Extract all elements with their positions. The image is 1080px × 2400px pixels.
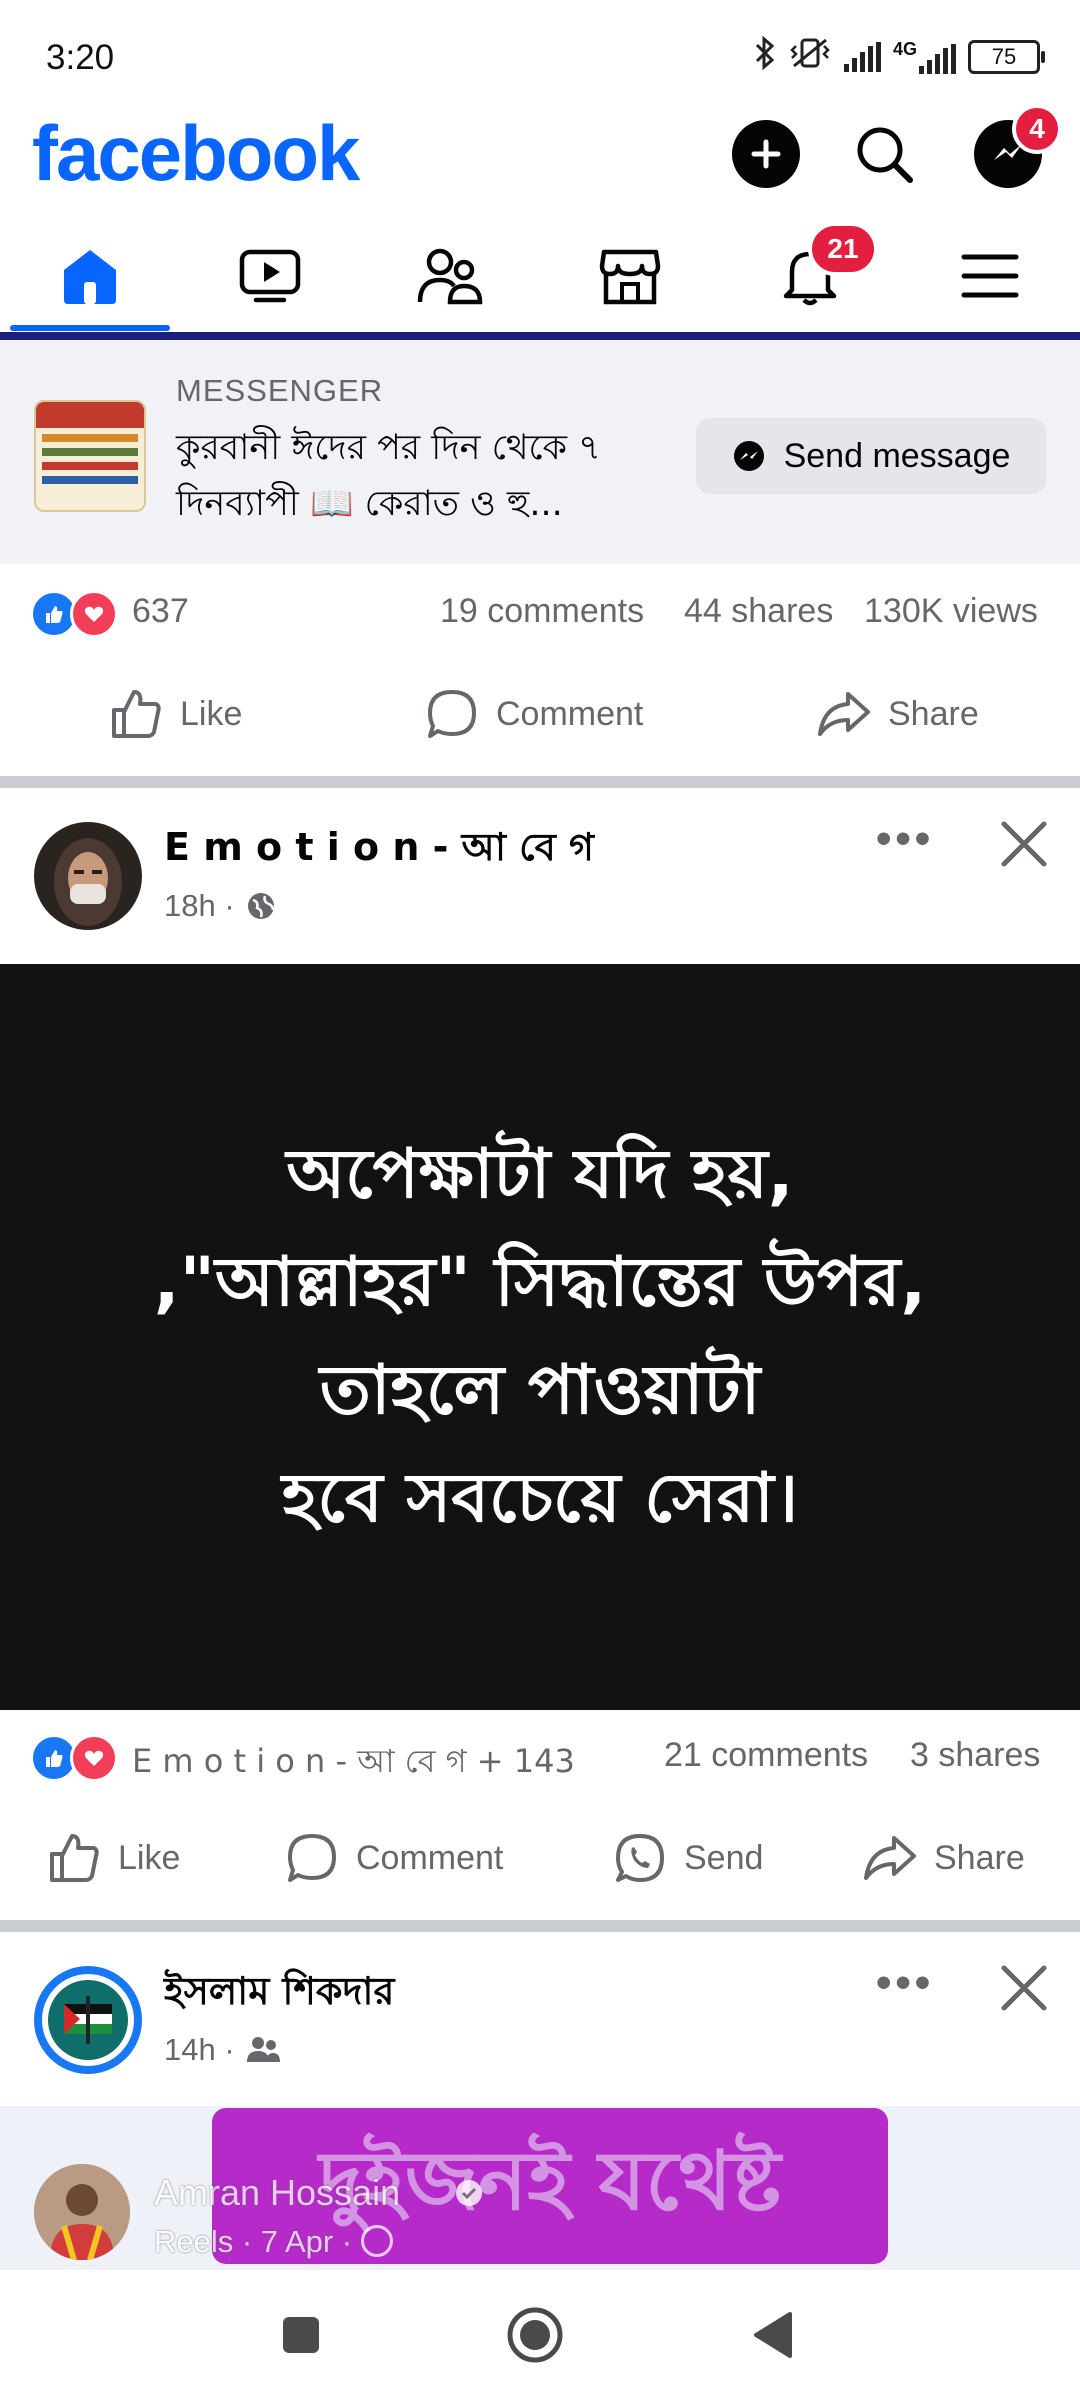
signal-icon	[843, 41, 881, 72]
share-label: Share	[934, 1838, 1025, 1877]
tab-bar	[0, 220, 1080, 332]
circle-icon	[507, 2307, 563, 2363]
post-separator	[0, 776, 1080, 788]
quote-text: অপেক্ষাটা যদি হয়, ,"আল্লাহর" সিদ্ধান্তে…	[153, 1135, 927, 1538]
post-time: 18h ·	[164, 888, 235, 923]
thumbs-up-icon	[50, 1834, 99, 1882]
reel-user-avatar[interactable]	[34, 2164, 130, 2260]
share-button[interactable]: Share	[862, 1830, 1025, 1886]
like-button[interactable]: Like	[108, 686, 242, 742]
active-tab-indicator	[10, 325, 170, 331]
hide-post-button[interactable]	[996, 1960, 1052, 2021]
square-icon	[283, 2317, 319, 2353]
vibrate-off-icon	[788, 36, 832, 77]
views-count: 130K views	[864, 592, 1038, 630]
ad-text[interactable]: কুরবানী ঈদের পর দিন থেকে ৭ দিনব্যাপী 📖 ক…	[176, 420, 676, 532]
like-label: Like	[180, 694, 243, 733]
notifications-badge: 21	[808, 222, 878, 276]
status-icons: 4G 75	[754, 35, 1045, 77]
post-meta: 14h ·	[164, 2032, 281, 2068]
send-message-button[interactable]: Send message	[696, 418, 1046, 494]
reaction-icons[interactable]	[30, 1734, 118, 1782]
post-author-name[interactable]: ইসলাম শিকদার	[164, 1962, 394, 2026]
comment-label: Comment	[496, 694, 644, 733]
comment-button[interactable]: Comment	[424, 686, 643, 742]
tab-home[interactable]	[0, 220, 180, 332]
shares-count[interactable]: 3 shares	[910, 1736, 1040, 1775]
hide-post-button[interactable]	[996, 816, 1052, 877]
close-icon	[1001, 821, 1047, 867]
ad-thumbnail[interactable]	[34, 400, 146, 512]
battery-level: 75	[991, 43, 1017, 69]
thumbs-up-icon	[112, 690, 161, 738]
facebook-logo[interactable]: facebook	[32, 108, 360, 199]
friends-audience-icon	[246, 2037, 280, 2062]
reaction-count[interactable]: 637	[132, 592, 189, 631]
like-button[interactable]: Like	[46, 1830, 180, 1886]
send-whatsapp-button[interactable]: Send	[612, 1830, 763, 1886]
share-label: Share	[888, 694, 979, 733]
globe-icon	[360, 2225, 393, 2257]
previous-post-image-edge	[0, 332, 1080, 340]
more-options-icon[interactable]: •••	[876, 1958, 934, 2008]
comments-count[interactable]: 21 comments	[664, 1736, 868, 1775]
globe-icon	[247, 893, 274, 919]
author-avatar[interactable]	[34, 1966, 142, 2074]
create-button[interactable]	[732, 120, 800, 188]
comment-icon	[428, 690, 476, 738]
post-image[interactable]: অপেক্ষাটা যদি হয়, ,"আল্লাহর" সিদ্ধান্তে…	[0, 964, 1080, 1710]
network-type: 4G	[892, 39, 917, 59]
friends-icon	[417, 248, 483, 305]
reaction-summary[interactable]: E m o t i o n - আ বে গ + 143	[132, 1736, 575, 1790]
verified-icon	[454, 2178, 484, 2213]
tab-friends[interactable]	[360, 220, 540, 332]
post-meta: 18h ·	[164, 888, 277, 924]
post-separator	[0, 1920, 1080, 1932]
share-icon	[818, 692, 870, 736]
more-options-icon[interactable]: •••	[876, 814, 934, 864]
messenger-label: MESSENGER	[176, 373, 384, 408]
home-nav-button[interactable]	[506, 2306, 564, 2369]
plus-icon	[751, 139, 781, 169]
back-button[interactable]	[752, 2310, 794, 2365]
recents-button[interactable]	[280, 2314, 322, 2361]
reel-meta: Reels · 7 Apr ·	[154, 2224, 393, 2260]
shares-count[interactable]: 44 shares	[684, 592, 833, 631]
tab-video[interactable]	[180, 220, 360, 332]
like-label: Like	[118, 1838, 181, 1877]
hamburger-icon	[961, 254, 1019, 298]
tab-menu[interactable]	[900, 220, 1080, 332]
post-time: 14h ·	[164, 2032, 235, 2067]
comment-label: Comment	[356, 1838, 504, 1877]
whatsapp-icon	[616, 1834, 664, 1882]
send-message-label: Send message	[783, 436, 1011, 475]
love-reaction-icon	[70, 1734, 118, 1782]
status-time: 3:20	[46, 38, 115, 77]
messenger-icon	[733, 441, 764, 471]
comment-icon	[288, 1834, 336, 1882]
share-button[interactable]: Share	[816, 686, 979, 742]
reaction-icons[interactable]	[30, 590, 118, 638]
battery-icon: 75	[968, 39, 1045, 74]
reel-user-name[interactable]: Amran Hossain	[154, 2172, 400, 2214]
share-icon	[864, 1836, 916, 1880]
back-triangle-icon	[754, 2312, 792, 2358]
send-label: Send	[684, 1838, 764, 1877]
post-author-name[interactable]: E m o t i o n - আ বে গ	[164, 818, 594, 882]
video-icon	[239, 249, 301, 303]
bluetooth-icon	[754, 35, 776, 77]
author-avatar[interactable]	[34, 822, 142, 930]
marketplace-icon	[599, 249, 661, 305]
home-icon	[64, 250, 116, 304]
tab-marketplace[interactable]	[540, 220, 720, 332]
close-icon	[1001, 1965, 1047, 2011]
comment-button[interactable]: Comment	[284, 1830, 503, 1886]
comments-count[interactable]: 19 comments	[440, 592, 644, 631]
reel-meta-text: Reels · 7 Apr ·	[154, 2224, 353, 2259]
search-button[interactable]	[850, 120, 918, 188]
signal-icon-2	[919, 44, 956, 74]
search-icon	[857, 127, 913, 183]
messenger-badge: 4	[1012, 104, 1062, 154]
love-reaction-icon	[70, 590, 118, 638]
